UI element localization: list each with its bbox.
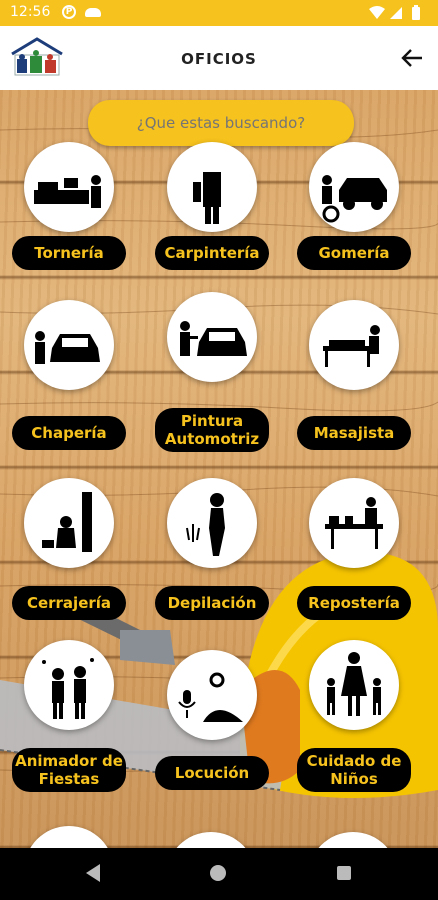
car-painting-icon — [167, 292, 257, 382]
service-card-masajista[interactable]: Masajista — [285, 298, 425, 478]
service-card-chaperia[interactable]: Chapería — [0, 298, 140, 478]
microphone-icon — [167, 650, 257, 740]
service-label: Depilación — [155, 586, 269, 620]
service-label: Animador de Fiestas — [12, 748, 126, 792]
service-card-carpinteria[interactable]: Carpintería — [143, 132, 283, 312]
app-bar: OFICIOS — [0, 26, 438, 90]
page-title: OFICIOS — [181, 50, 257, 68]
pastry-icon — [309, 478, 399, 568]
services-grid[interactable]: Tornería Carpintería Gomería Chapería Pi… — [0, 90, 438, 848]
service-label: Chapería — [12, 416, 126, 450]
service-label: Carpintería — [155, 236, 269, 270]
status-time: 12:56 — [10, 4, 51, 20]
cloud-icon — [85, 8, 101, 17]
carpenter-icon — [167, 142, 257, 232]
service-label: Cuidado de Niños — [297, 748, 411, 792]
service-label: Gomería — [297, 236, 411, 270]
service-label: Masajista — [297, 416, 411, 450]
service-card-locucion[interactable]: Locución — [143, 640, 283, 820]
locksmith-icon — [24, 478, 114, 568]
nav-back-icon[interactable] — [86, 864, 100, 882]
service-card-animador-de-fiestas[interactable]: Animador de Fiestas — [0, 640, 140, 820]
massage-icon — [309, 300, 399, 390]
service-label: Pintura Automotriz — [155, 408, 269, 452]
service-card-reposteria[interactable]: Repostería — [285, 474, 425, 654]
service-card-gomeria[interactable]: Gomería — [285, 132, 425, 312]
system-status-icons — [369, 5, 420, 20]
service-card-torneria[interactable]: Tornería — [0, 132, 140, 312]
notification-icon: P — [62, 5, 76, 19]
service-label: Cerrajería — [12, 586, 126, 620]
nav-home-icon[interactable] — [210, 865, 226, 881]
system-navigation-bar — [0, 848, 438, 900]
service-label: Tornería — [12, 236, 126, 270]
party-entertainer-icon — [24, 640, 114, 730]
service-label: Repostería — [297, 586, 411, 620]
back-arrow-icon[interactable] — [400, 46, 424, 70]
nav-recents-icon[interactable] — [337, 866, 351, 880]
tire-repair-icon — [309, 142, 399, 232]
childcare-icon — [309, 640, 399, 730]
service-card-cerrajeria[interactable]: Cerrajería — [0, 474, 140, 654]
service-card-cuidado-de-ninos[interactable]: Cuidado de Niños — [285, 640, 425, 820]
hair-removal-icon — [167, 478, 257, 568]
service-card-pintura-automotriz[interactable]: Pintura Automotriz — [143, 292, 283, 478]
service-card-depilacion[interactable]: Depilación — [143, 474, 283, 654]
status-bar: 12:56 P — [0, 0, 438, 26]
lathe-worker-icon — [24, 142, 114, 232]
service-label: Locución — [155, 756, 269, 790]
car-bodywork-icon — [24, 300, 114, 390]
